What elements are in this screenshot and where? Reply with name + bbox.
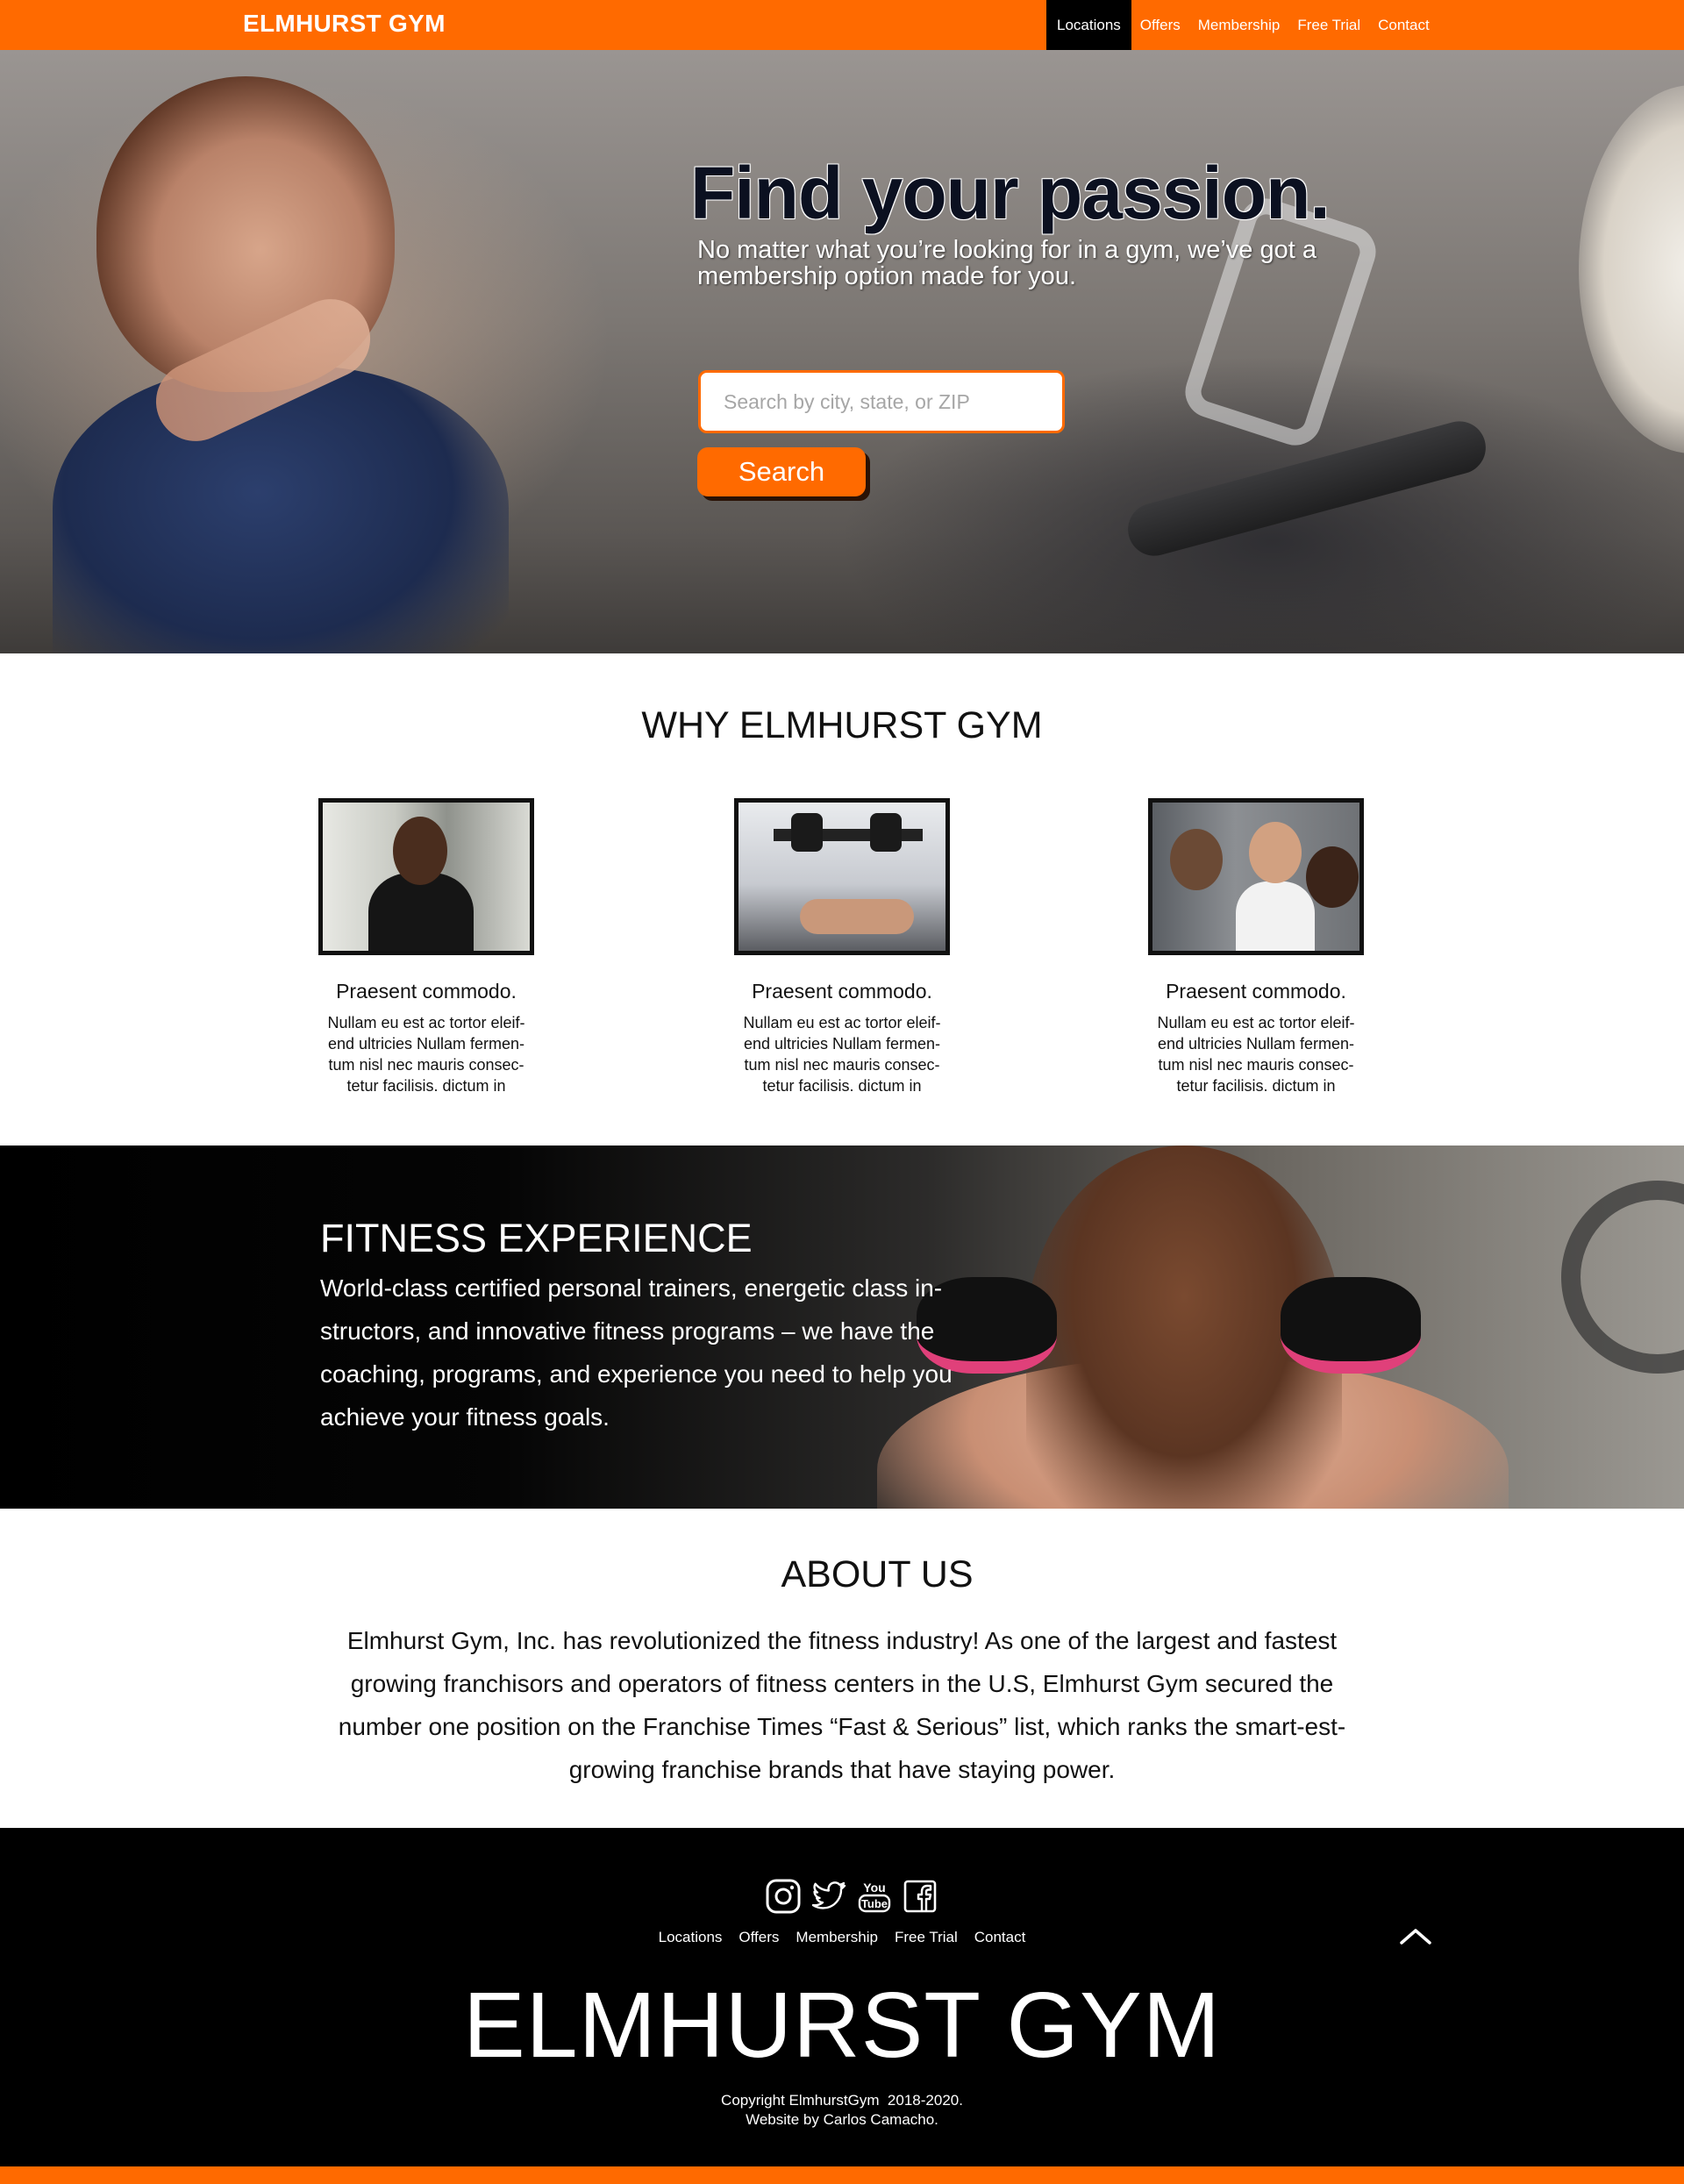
about-title: ABOUT US: [781, 1553, 974, 1595]
footer-brand: ELMHURST GYM: [462, 1973, 1222, 2077]
why-section-title: WHY ELMHURST GYM: [641, 704, 1043, 746]
footer-link-locations[interactable]: Locations: [659, 1929, 723, 1946]
credit-line: Website by Carlos Camacho.: [746, 2111, 938, 2128]
nav-free-trial[interactable]: Free Trial: [1288, 0, 1369, 50]
footer: You Tube Locations Offers Membership Fre…: [0, 1828, 1684, 2166]
nav-membership[interactable]: Membership: [1189, 0, 1289, 50]
feature-card: Praesent commodo. Nullam eu est ac torto…: [1116, 798, 1396, 1096]
back-to-top-icon[interactable]: [1398, 1922, 1433, 1948]
search-button[interactable]: Search: [697, 447, 866, 496]
feature-card: Praesent commodo. Nullam eu est ac torto…: [702, 798, 982, 1096]
nav-locations[interactable]: Locations: [1046, 0, 1131, 50]
about-text: Elmhurst Gym, Inc. has revolutionized th…: [338, 1627, 1346, 1783]
feature-text: Nullam eu est ac tortor eleif-end ultric…: [743, 1014, 941, 1095]
facebook-icon[interactable]: [902, 1878, 938, 1915]
nav-contact[interactable]: Contact: [1369, 0, 1438, 50]
footer-link-offers[interactable]: Offers: [739, 1929, 779, 1946]
top-navbar: ELMHURST GYM Locations Offers Membership…: [0, 0, 1684, 50]
feature-photo-bench-press: [734, 798, 950, 955]
hero-banner: [0, 50, 1684, 653]
footer-link-contact[interactable]: Contact: [974, 1929, 1026, 1946]
main-nav: Locations Offers Membership Free Trial C…: [1046, 0, 1438, 50]
hero-title: Find your passion.: [690, 152, 1331, 234]
fitness-title: FITNESS EXPERIENCE: [320, 1216, 753, 1260]
twitter-icon[interactable]: [810, 1878, 847, 1915]
youtube-icon[interactable]: You Tube: [856, 1878, 893, 1915]
svg-text:You: You: [863, 1881, 885, 1895]
brand-logo[interactable]: ELMHURST GYM: [243, 10, 446, 38]
hero-woman-body: [53, 366, 509, 653]
nav-offers[interactable]: Offers: [1131, 0, 1189, 50]
feature-text: Nullam eu est ac tortor eleif-end ultric…: [1157, 1014, 1355, 1095]
footer-link-free-trial[interactable]: Free Trial: [895, 1929, 958, 1946]
fitness-experience-banner: FITNESS EXPERIENCE World-class certified…: [0, 1146, 1684, 1509]
feature-text: Nullam eu est ac tortor eleif-end ultric…: [327, 1014, 525, 1095]
location-search-input[interactable]: [698, 370, 1065, 433]
hero-subtitle: No matter what you’re looking for in a g…: [697, 236, 1317, 290]
feature-title: Praesent commodo.: [336, 980, 517, 1003]
instagram-icon[interactable]: [765, 1878, 802, 1915]
fitness-bg-weight-plate: [1561, 1181, 1684, 1374]
bottom-accent-bar: [0, 2166, 1684, 2184]
feature-title: Praesent commodo.: [752, 980, 932, 1003]
copyright: Copyright ElmhurstGym 2018-2020. Website…: [0, 2091, 1684, 2130]
svg-text:Tube: Tube: [861, 1897, 888, 1910]
footer-link-membership[interactable]: Membership: [796, 1929, 878, 1946]
feature-title: Praesent commodo.: [1166, 980, 1346, 1003]
fitness-text: World-class certified personal trainers,…: [320, 1274, 953, 1431]
social-links: You Tube: [765, 1878, 938, 1915]
feature-photo-group-class: [1148, 798, 1364, 955]
feature-card: Praesent commodo. Nullam eu est ac torto…: [286, 798, 567, 1096]
feature-photo-runner: [318, 798, 534, 955]
copyright-line: Copyright ElmhurstGym 2018-2020.: [721, 2092, 963, 2109]
hero-bg-figure: [1579, 85, 1684, 453]
fitness-glove-right: [1281, 1277, 1421, 1374]
